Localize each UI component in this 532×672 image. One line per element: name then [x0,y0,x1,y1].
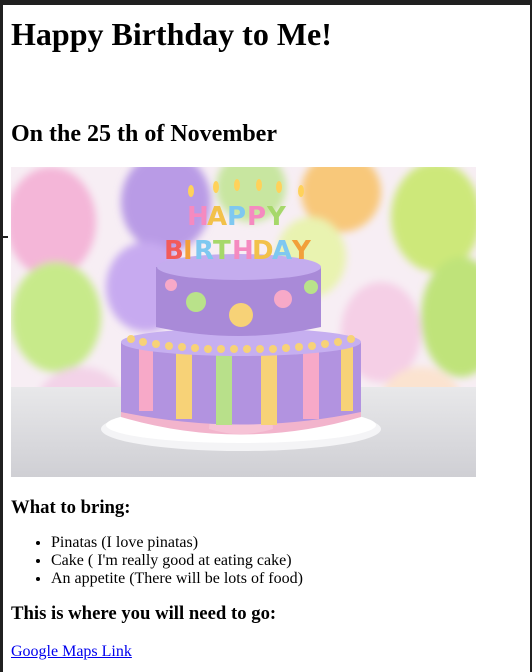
bring-heading: What to bring: [11,497,131,518]
svg-text:P: P [227,202,246,232]
svg-text:A: A [272,236,292,266]
list-item: Cake ( I'm really good at eating cake) [51,552,526,570]
svg-text:A: A [207,202,227,232]
svg-text:P: P [247,202,266,232]
svg-text:B: B [164,236,184,266]
svg-text:H: H [187,202,209,232]
svg-text:Y: Y [266,202,287,232]
page-content: Happy Birthday to Me! On the 25 th of No… [11,5,526,661]
window-frame-left [0,5,3,672]
list-item: Pinatas (I love pinatas) [51,534,526,552]
svg-text:I: I [183,236,193,266]
bring-list: Pinatas (I love pinatas) Cake ( I'm real… [11,534,526,588]
location-heading: This is where you will need to go: [11,603,277,624]
svg-text:Y: Y [291,236,312,266]
svg-text:D: D [252,236,274,266]
page-title: Happy Birthday to Me! [11,16,332,52]
svg-text:R: R [194,236,214,266]
svg-text:T: T [213,236,231,266]
google-maps-link[interactable]: Google Maps Link [11,643,132,661]
page-subtitle: On the 25 th of November [11,121,277,147]
svg-text:H: H [232,236,254,266]
window-frame-notch [0,236,8,238]
birthday-cake-image: H A P P Y B I R T H D A Y [11,167,476,477]
list-item: An appetite (There will be lots of food) [51,570,526,588]
